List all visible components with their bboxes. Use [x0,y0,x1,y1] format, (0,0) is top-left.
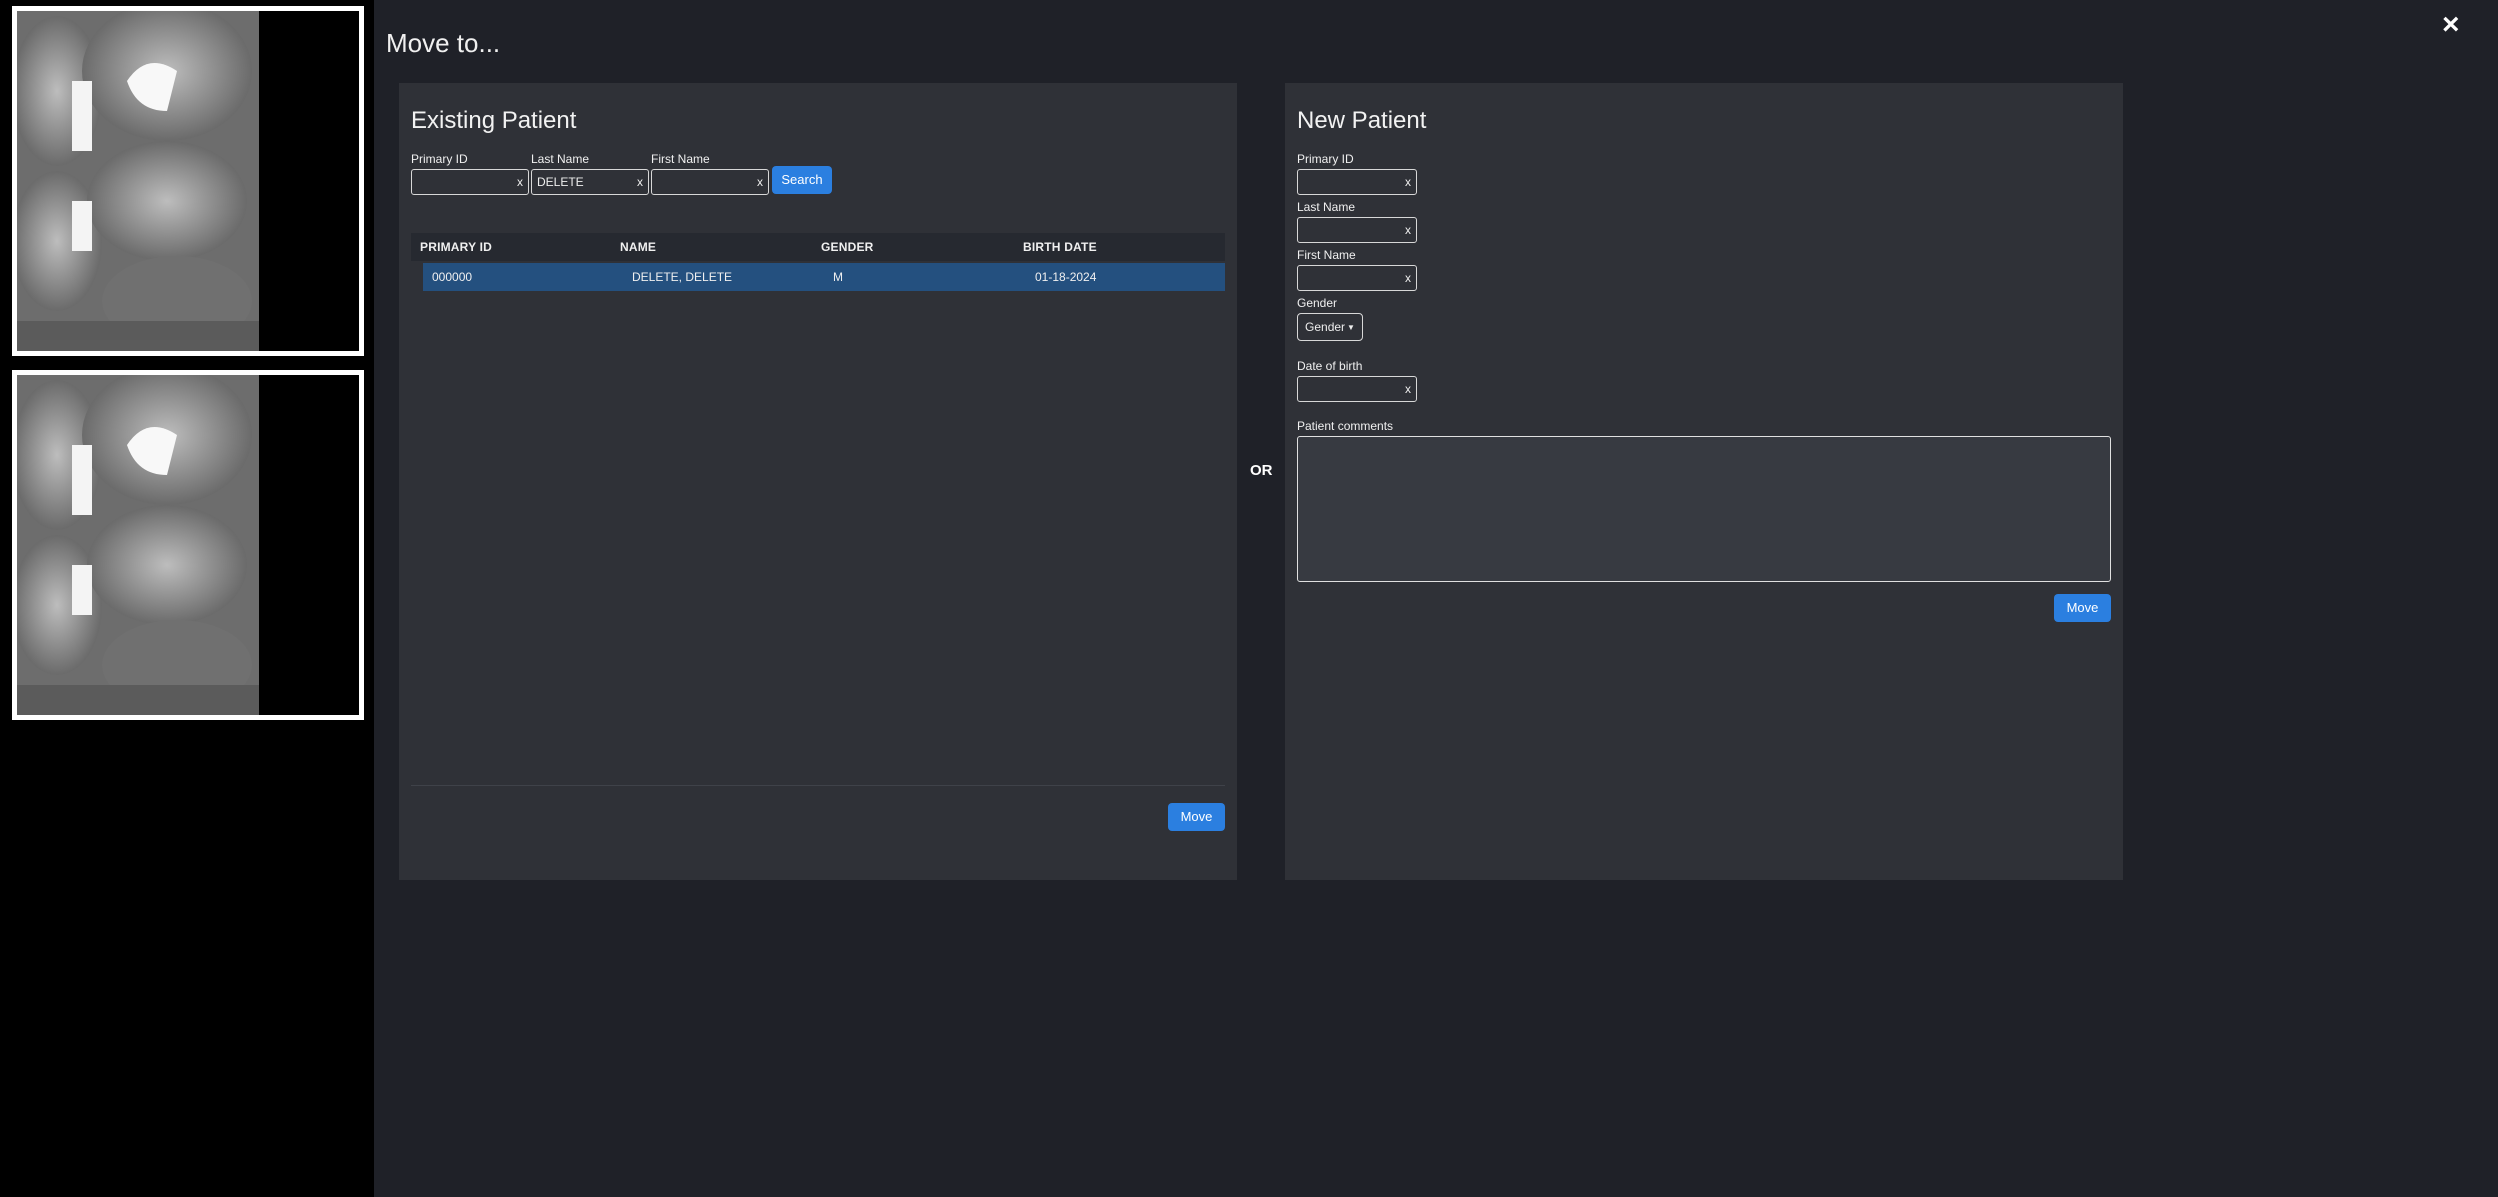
search-button[interactable]: Search [772,166,832,194]
first-name-label: First Name [651,152,710,166]
patient-comments-textarea[interactable] [1298,437,2114,585]
last-name-search-input[interactable] [532,170,648,194]
primary-id-search-field[interactable]: x [411,169,529,195]
clear-new-last-name-icon[interactable]: x [1405,223,1411,237]
clear-new-primary-id-icon[interactable]: x [1405,175,1411,189]
new-last-name-input[interactable] [1298,218,1416,242]
column-primary-id[interactable]: PRIMARY ID [420,240,492,254]
table-divider [411,785,1225,786]
xray-image [17,375,359,715]
new-first-name-field[interactable]: x [1297,265,1417,291]
gender-dropdown-value: Gender [1305,320,1346,334]
primary-id-label: Primary ID [411,152,468,166]
patient-table-header: PRIMARY ID NAME GENDER BIRTH DATE [411,233,1225,261]
or-separator: OR [1250,462,1273,479]
page-title: Move to... [386,28,501,58]
new-primary-id-input[interactable] [1298,170,1416,194]
cell-primary-id: 000000 [432,270,473,284]
xray-thumbnail-2[interactable] [12,370,364,720]
move-existing-button[interactable]: Move [1168,803,1225,831]
gender-dropdown[interactable]: Gender ▼ [1297,313,1363,341]
comments-label: Patient comments [1297,419,1394,433]
new-first-name-input[interactable] [1298,266,1416,290]
new-last-name-label: Last Name [1297,200,1356,214]
cell-birth-date: 01-18-2024 [1035,270,1097,284]
cell-gender: M [833,270,843,284]
cell-name: DELETE, DELETE [632,270,733,284]
caret-down-icon: ▼ [1347,323,1355,332]
table-row[interactable]: 000000 DELETE, DELETE M 01-18-2024 [423,263,1225,291]
clear-primary-id-icon[interactable]: x [517,175,523,189]
dob-field[interactable]: x [1297,376,1417,402]
first-name-search-field[interactable]: x [651,169,769,195]
dob-label: Date of birth [1297,359,1363,373]
xray-thumbnail-1[interactable] [12,6,364,356]
first-name-search-input[interactable] [652,170,768,194]
new-first-name-label: First Name [1297,248,1356,262]
last-name-search-field[interactable]: x [531,169,649,195]
clear-first-name-icon[interactable]: x [757,175,763,189]
thumbnail-strip [0,0,374,1197]
patient-comments-field[interactable] [1297,436,2114,585]
column-name[interactable]: NAME [620,240,656,254]
new-primary-id-label: Primary ID [1297,152,1354,166]
primary-id-search-input[interactable] [412,170,528,194]
clear-new-first-name-icon[interactable]: x [1405,271,1411,285]
move-new-button[interactable]: Move [2054,594,2111,622]
existing-patient-title: Existing Patient [411,107,577,134]
column-gender[interactable]: GENDER [821,240,874,254]
clear-dob-icon[interactable]: x [1405,382,1411,396]
new-patient-panel: New Patient Primary ID x Last Name x Fir… [1285,83,2123,880]
gender-label: Gender [1297,296,1338,310]
last-name-label: Last Name [531,152,590,166]
column-birth-date[interactable]: BIRTH DATE [1023,240,1097,254]
xray-image [17,11,359,351]
existing-patient-panel: Existing Patient Primary ID x Last Name … [399,83,1237,880]
new-last-name-field[interactable]: x [1297,217,1417,243]
clear-last-name-icon[interactable]: x [637,175,643,189]
new-patient-title: New Patient [1297,107,1427,134]
close-icon[interactable]: × [2442,10,2460,40]
new-primary-id-field[interactable]: x [1297,169,1417,195]
dob-input[interactable] [1298,377,1416,401]
